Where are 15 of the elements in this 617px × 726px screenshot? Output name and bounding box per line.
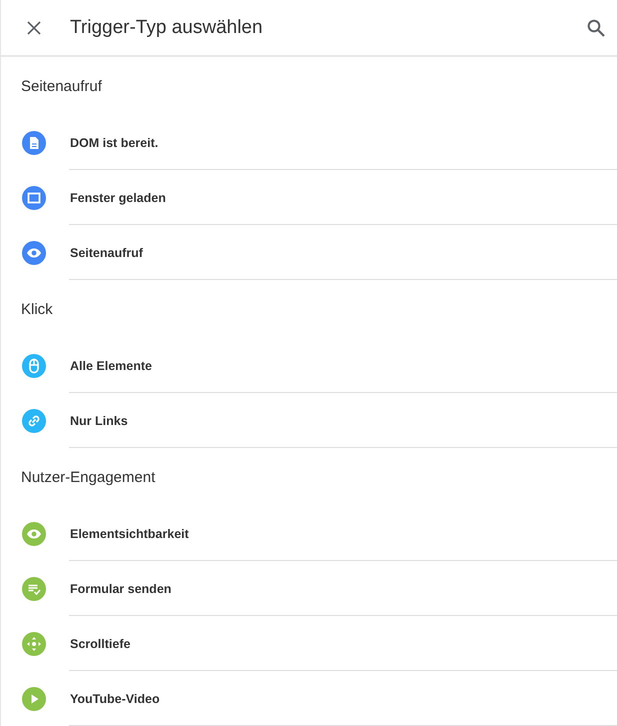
trigger-type-item[interactable]: Scrolltiefe [1, 616, 617, 671]
trigger-type-item[interactable]: Nur Links [1, 393, 617, 448]
section-heading: Klick [21, 300, 53, 318]
trigger-type-item[interactable]: DOM ist bereit. [1, 115, 617, 170]
trigger-type-item[interactable]: Formular senden [1, 561, 617, 616]
trigger-type-item[interactable]: Alle Elemente [1, 338, 617, 393]
trigger-type-item[interactable]: Fenster geladen [1, 170, 617, 225]
section-heading: Nutzer-Engagement [21, 468, 156, 486]
section-heading: Seitenaufruf [21, 78, 102, 94]
trigger-type-item[interactable]: YouTube-Video [1, 671, 617, 726]
search-icon[interactable] [587, 18, 605, 36]
trigger-type-item[interactable]: Elementsichtbarkeit [1, 506, 617, 561]
trigger-type-item[interactable]: Seitenaufruf [1, 225, 617, 280]
dialog-title: Trigger-Typ auswählen [70, 16, 264, 38]
close-icon[interactable] [27, 20, 41, 34]
